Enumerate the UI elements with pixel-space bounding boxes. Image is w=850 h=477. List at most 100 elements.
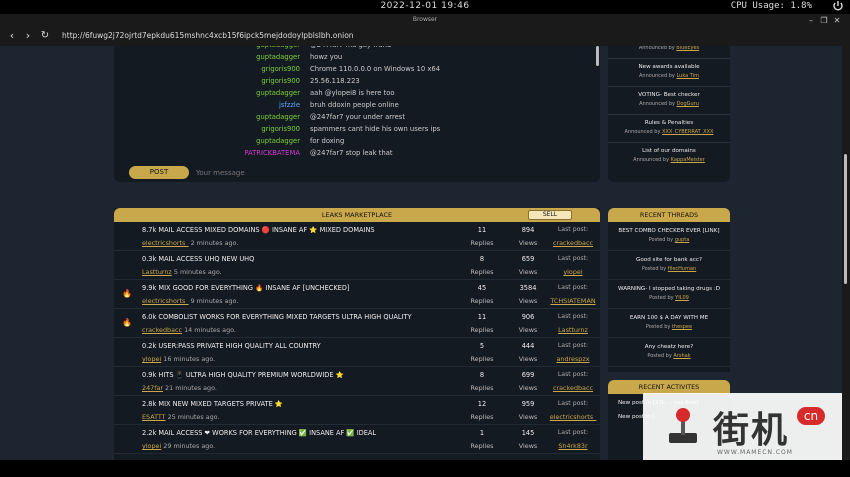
announcement-item[interactable]: List of our domains Announced by KappaMei…	[608, 142, 730, 170]
announcement-item[interactable]: Rules & Penalties Announced by XXX_CYBERR…	[608, 114, 730, 142]
announcement-item[interactable]: VOTING- Best checker Announced by DogGuru	[608, 86, 730, 114]
chat-scrollbar[interactable]	[596, 46, 599, 66]
chat-line: guptadagger aah @ylopei8 is here too	[114, 87, 594, 99]
page-scrollbar[interactable]	[842, 46, 850, 460]
address-bar[interactable]: http://6fuwg2j72ojrtd7epkdu615mshnc4xcb1…	[62, 31, 354, 40]
page-scrollbar-thumb[interactable]	[844, 154, 847, 284]
marketplace-row: 2.2k MAIL ACCESS ❤ WORKS FOR EVERYTHING …	[114, 425, 600, 454]
announced-by-label: Announced by	[638, 46, 675, 51]
chat-username[interactable]: grigoris900	[261, 63, 300, 75]
recent-thread-item[interactable]: EARN 100 $ A DAY WITH ME Posted by thespe…	[608, 309, 730, 338]
chat-username[interactable]: guptadagger	[256, 51, 300, 63]
thread-author[interactable]: ylopei	[142, 442, 161, 450]
chat-message-text: 25.56.118.223	[310, 77, 360, 85]
recent-thread-author[interactable]: thespee	[672, 324, 692, 330]
last-post-user[interactable]: TCHSIATEMAN	[546, 297, 600, 305]
maximize-icon[interactable]: ❐	[819, 16, 829, 26]
thread-author[interactable]: ESATTT	[142, 413, 166, 421]
reload-icon[interactable]: ↻	[39, 30, 51, 42]
chat-username[interactable]: guptadagger	[256, 87, 300, 99]
recent-thread-title[interactable]: WARNING- I stopped taking drugs :D	[608, 286, 730, 292]
announcement-title[interactable]: Rules & Penalties	[608, 120, 730, 126]
recent-thread-item[interactable]: Any cheatz here? Posted by Arshak	[608, 338, 730, 367]
last-post-label: Last post:	[557, 313, 589, 320]
marketplace-row: 0.9k HITS 📱 ULTRA HIGH QUALITY PREMIUM W…	[114, 367, 600, 396]
recent-thread-item[interactable]: Good site for bank acc? Posted by filecHu…	[608, 251, 730, 280]
chat-username[interactable]: guptadagger	[256, 135, 300, 147]
thread-title[interactable]: 0.2k USER:PASS PRIVATE HIGH QUALITY ALL …	[142, 342, 472, 350]
thread-title[interactable]: 0.9k HITS 📱 ULTRA HIGH QUALITY PREMIUM W…	[142, 371, 472, 379]
chat-username[interactable]: grigoris900	[261, 75, 300, 87]
last-post-user[interactable]: ylopei	[546, 268, 600, 276]
thread-title[interactable]: 6.0k COMBOLIST WORKS FOR EVERYTHING MIXE…	[142, 313, 472, 321]
recent-thread-title[interactable]: BEST COMBO CHECKER EVER [LINK]	[608, 228, 730, 234]
thread-title[interactable]: 2.8k MIX NEW MIXED TARGETS PRIVATE ⭐	[142, 400, 472, 408]
views-label: Views	[518, 326, 538, 334]
last-post-user[interactable]: crackedbacc	[546, 384, 600, 392]
replies-count: 11	[477, 226, 487, 234]
views-label: Views	[518, 442, 538, 450]
marketplace-row: 🔥 6.0k COMBOLIST WORKS FOR EVERYTHING MIX…	[114, 309, 600, 338]
last-post-user[interactable]: Lastturnz	[546, 326, 600, 334]
thread-author[interactable]: crackedbacc	[142, 326, 182, 334]
chat-line: guptadagger for doxing	[114, 135, 594, 147]
recent-thread-title[interactable]: Good site for bank acc?	[608, 257, 730, 263]
recent-thread-item[interactable]: BEST COMBO CHECKER EVER [LINK] Posted by …	[608, 222, 730, 251]
announcement-author[interactable]: KappaMeister	[671, 157, 705, 163]
last-post-label: Last post:	[557, 255, 589, 262]
replies-label: Replies	[470, 355, 494, 363]
last-post-user[interactable]: andrespzx	[546, 355, 600, 363]
announcement-title[interactable]: New awards available	[608, 64, 730, 70]
replies-count: 8	[479, 371, 485, 379]
announcement-item[interactable]: New awards available Announced by Luka Ti…	[608, 58, 730, 86]
last-post-user[interactable]: crackedbacc	[546, 239, 600, 247]
thread-author[interactable]: electricshorts_	[142, 297, 189, 305]
close-icon[interactable]: ✕	[832, 16, 842, 26]
chat-username[interactable]: PATRICKBATEMA	[244, 147, 300, 159]
announcement-title[interactable]: VOTING- Best checker	[608, 92, 730, 98]
thread-time: 9 minutes ago.	[190, 297, 239, 305]
recent-thread-author[interactable]: gupta	[675, 237, 690, 243]
recent-thread-title[interactable]: EARN 100 $ A DAY WITH ME	[608, 315, 730, 321]
last-post-user[interactable]: electricshorts_	[546, 413, 600, 421]
thread-meta: crackedbacc 14 minutes ago.	[142, 326, 236, 334]
chat-message-input[interactable]	[196, 167, 576, 179]
thread-time: 21 minutes ago.	[165, 384, 217, 392]
chat-username[interactable]: grigoris900	[261, 123, 300, 135]
power-icon[interactable]	[832, 0, 844, 12]
thread-author[interactable]: ylopei	[142, 355, 161, 363]
thread-title[interactable]: 2.2k MAIL ACCESS ❤ WORKS FOR EVERYTHING …	[142, 429, 472, 437]
announcement-author[interactable]: Luka Tim	[676, 73, 699, 79]
back-icon[interactable]: ‹	[6, 30, 18, 42]
thread-meta: ESATTT 25 minutes ago.	[142, 413, 220, 421]
forward-icon[interactable]: ›	[22, 30, 34, 42]
recent-thread-author[interactable]: YIL09	[675, 295, 689, 301]
announcement-title[interactable]: List of our domains	[608, 148, 730, 154]
announcement-author-line: Announced by KappaMeister	[608, 157, 730, 163]
thread-time: 2 minutes ago.	[190, 239, 239, 247]
thread-title[interactable]: 9.9k MIX GOOD FOR EVERYTHING 🔥 INSANE AF…	[142, 284, 472, 292]
thread-title[interactable]: 0.3k MAIL ACCESS UHQ NEW UHQ	[142, 255, 472, 263]
last-post-user[interactable]: Sh4rk83r	[546, 442, 600, 450]
recent-thread-title[interactable]: Any cheatz here?	[608, 344, 730, 350]
chat-message-text: spammers cant hide his own users ips	[310, 125, 441, 133]
chat-username[interactable]: guptadagger	[256, 111, 300, 123]
announcement-item[interactable]: Regarding Rebrand for the ForumsAnnounce…	[608, 46, 730, 58]
thread-title[interactable]: 8.7k MAIL ACCESS MIXED DOMAINS 🔴 INSANE …	[142, 226, 472, 234]
thread-time: 16 minutes ago.	[163, 355, 216, 363]
recent-thread-author[interactable]: Arshak	[673, 353, 690, 359]
thread-author[interactable]: Lastturnz	[142, 268, 172, 276]
announcement-author[interactable]: XXX_CYBERRAT_XXX	[662, 129, 713, 135]
announcement-author[interactable]: DogGuru	[677, 101, 699, 107]
chat-message-text: @247far7 stop leak that	[310, 149, 393, 157]
recent-thread-author[interactable]: filecHuman	[668, 266, 696, 272]
post-button[interactable]: POST	[129, 166, 189, 179]
announcements-panel: Regarding Rebrand for the ForumsAnnounce…	[608, 46, 730, 182]
sell-button[interactable]: SELL	[528, 210, 572, 220]
minimize-icon[interactable]: –	[806, 16, 816, 26]
chat-username[interactable]: jsfzzle	[279, 99, 300, 111]
announcement-author[interactable]: BlueEyes	[676, 46, 699, 51]
recent-thread-item[interactable]: WARNING- I stopped taking drugs :D Posted…	[608, 280, 730, 309]
thread-author[interactable]: 247far	[142, 384, 163, 392]
thread-author[interactable]: electricshorts_	[142, 239, 189, 247]
